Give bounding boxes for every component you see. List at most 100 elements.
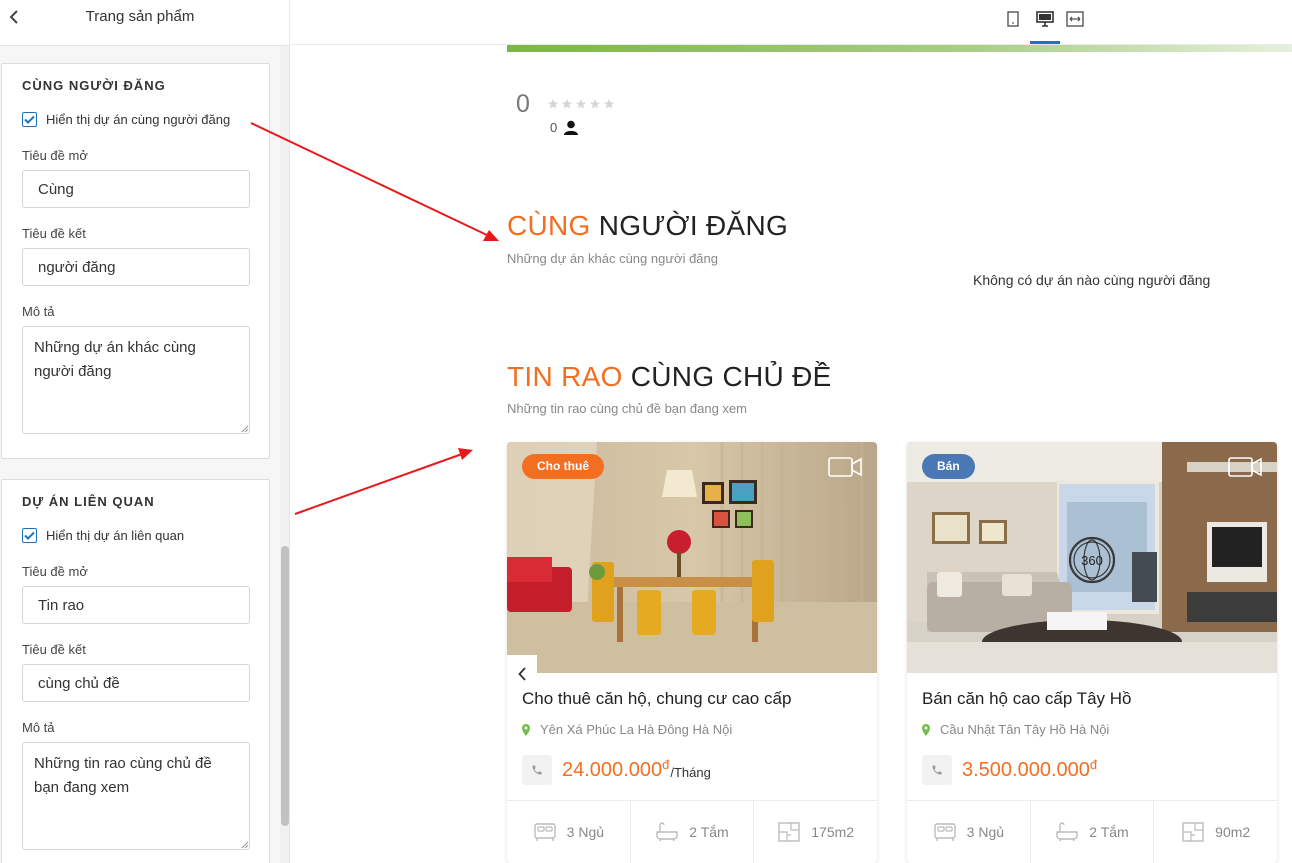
feature-bathrooms: 2 Tắm: [631, 801, 755, 863]
related-subtitle: Những tin rao cùng chủ đề bạn đang xem: [507, 401, 747, 416]
same-poster-subtitle: Những dự án khác cùng người đăng: [507, 251, 718, 266]
listing-photo[interactable]: 360 Bán: [907, 442, 1277, 673]
description-label: Mô tả: [22, 720, 55, 735]
close-title-input[interactable]: [22, 664, 250, 702]
view-360-label: 360: [1081, 553, 1103, 568]
mobile-icon[interactable]: [1000, 7, 1026, 31]
open-title-input[interactable]: [22, 170, 250, 208]
listing-photo[interactable]: Cho thuê: [507, 442, 877, 673]
empty-state-message: Không có dự án nào cùng người đăng: [973, 272, 1211, 288]
video-icon[interactable]: [1228, 454, 1262, 480]
rating-score: 0: [516, 90, 530, 118]
desktop-icon[interactable]: [1032, 7, 1058, 31]
panel-title: DỰ ÁN LIÊN QUAN: [22, 494, 155, 509]
panel-related-projects: DỰ ÁN LIÊN QUAN Hiển thị dự án liên quan…: [1, 479, 270, 863]
heading-rest: NGƯỜI ĐĂNG: [598, 210, 789, 241]
checkbox-label: Hiển thị dự án cùng người đăng: [46, 112, 231, 127]
chevron-left-icon: [517, 667, 526, 681]
related-heading: TIN RAO CÙNG CHỦ ĐỀ: [507, 361, 832, 393]
feature-bathrooms: 2 Tắm: [1031, 801, 1155, 863]
check-icon: [24, 115, 35, 124]
floorplan-icon: [1182, 822, 1204, 842]
listing-price: 3.500.000.000: [962, 758, 1090, 781]
listing-title[interactable]: Cho thuê căn hộ, chung cư cao cấp: [522, 689, 791, 709]
close-title-label: Tiêu đề kết: [22, 642, 86, 657]
rating-user-count: 0: [550, 120, 579, 135]
bathtub-icon: [1056, 822, 1078, 842]
listing-price: 24.000.000: [562, 758, 663, 781]
same-poster-heading: CÙNG NGƯỜI ĐĂNG: [507, 210, 788, 242]
star-icon[interactable]: [575, 98, 587, 110]
phone-button[interactable]: [922, 755, 952, 785]
bed-icon: [533, 823, 556, 841]
star-icon[interactable]: [589, 98, 601, 110]
listing-title[interactable]: Bán căn hộ cao cấp Tây Hồ: [922, 689, 1132, 709]
bathtub-icon: [656, 822, 678, 842]
video-icon[interactable]: [828, 454, 862, 480]
feature-area: 90m2: [1154, 801, 1277, 863]
customizer-sidebar: Trang sản phẩm CÙNG NGƯỜI ĐĂNG Hiển thị …: [0, 0, 290, 863]
resize-grip-icon[interactable]: [239, 423, 249, 433]
sidebar-scrollbar[interactable]: [280, 46, 289, 863]
star-icon[interactable]: [603, 98, 615, 110]
location-pin-icon: [522, 723, 530, 736]
area-text: 90m2: [1215, 824, 1251, 840]
show-same-poster-option[interactable]: Hiển thị dự án cùng người đăng: [22, 112, 230, 127]
listing-card[interactable]: Cho thuê Cho thuê căn hộ, chung cư cao c…: [507, 442, 877, 863]
sidebar-header: Trang sản phẩm: [0, 0, 289, 46]
area-text: 175m2: [811, 824, 855, 840]
user-count-value: 0: [550, 120, 558, 135]
description-label: Mô tả: [22, 304, 55, 319]
floorplan-icon: [778, 822, 800, 842]
panel-same-poster: CÙNG NGƯỜI ĐĂNG Hiển thị dự án cùng ngườ…: [1, 63, 270, 459]
listing-features: 3 Ngủ 2 Tắm 90m2: [907, 800, 1277, 863]
listing-card[interactable]: 360 Bán Bán căn hộ cao cấp Tây Hồ Cầu Nh…: [907, 442, 1277, 863]
bedrooms-text: 3 Ngủ: [566, 824, 605, 840]
currency-symbol: đ: [1089, 757, 1098, 772]
rating-stars[interactable]: [547, 98, 615, 110]
location-text: Cầu Nhật Tân Tây Hồ Hà Nội: [940, 722, 1110, 737]
bed-icon: [933, 823, 956, 841]
bedrooms-text: 3 Ngủ: [966, 824, 1005, 840]
close-title-input[interactable]: [22, 248, 250, 286]
open-title-input[interactable]: [22, 586, 250, 624]
listing-location: Yên Xá Phúc La Hà Đông Hà Nội: [522, 722, 732, 737]
close-title-label: Tiêu đề kết: [22, 226, 86, 241]
location-pin-icon: [922, 723, 930, 736]
bathrooms-text: 2 Tắm: [1089, 824, 1129, 840]
fullwidth-icon[interactable]: [1062, 7, 1088, 31]
star-icon[interactable]: [547, 98, 559, 110]
show-same-poster-checkbox[interactable]: [22, 112, 37, 127]
listing-price-row: 3.500.000.000 đ: [922, 755, 1097, 785]
phone-icon: [532, 765, 542, 775]
listing-location: Cầu Nhật Tân Tây Hồ Hà Nội: [922, 722, 1109, 737]
show-related-checkbox[interactable]: [22, 528, 37, 543]
active-device-indicator: [1030, 41, 1060, 44]
scrollbar-thumb[interactable]: [281, 546, 289, 826]
heading-accent: TIN RAO: [507, 361, 623, 392]
description-textarea[interactable]: Những dự án khác cùng người đăng: [22, 326, 250, 434]
feature-area: 175m2: [754, 801, 877, 863]
show-related-option[interactable]: Hiển thị dự án liên quan: [22, 528, 184, 543]
carousel-prev-button[interactable]: [507, 655, 537, 693]
heading-accent: CÙNG: [507, 210, 591, 241]
checkbox-label: Hiển thị dự án liên quan: [46, 528, 185, 543]
listing-price-row: 24.000.000 đ /Tháng: [522, 755, 711, 785]
phone-icon: [932, 765, 942, 775]
location-text: Yên Xá Phúc La Hà Đông Hà Nội: [540, 722, 733, 737]
description-textarea[interactable]: Những tin rao cùng chủ đề bạn đang xem: [22, 742, 250, 850]
open-title-label: Tiêu đề mở: [22, 148, 88, 163]
phone-button[interactable]: [522, 755, 552, 785]
currency-symbol: đ: [662, 757, 670, 772]
preview-area: 0 0 CÙNG NGƯỜI ĐĂNG Những dự án khác cùn…: [291, 0, 1292, 863]
listing-type-badge: Cho thuê: [522, 454, 604, 479]
star-icon[interactable]: [561, 98, 573, 110]
feature-bedrooms: 3 Ngủ: [507, 801, 631, 863]
resize-grip-icon[interactable]: [239, 839, 249, 849]
price-unit: /Tháng: [670, 765, 711, 780]
heading-rest: CÙNG CHỦ ĐỀ: [630, 361, 832, 392]
listing-features: 3 Ngủ 2 Tắm 175m2: [507, 800, 877, 863]
progress-bar: [507, 45, 1292, 52]
device-toolbar: [291, 0, 1292, 45]
check-icon: [24, 531, 35, 540]
